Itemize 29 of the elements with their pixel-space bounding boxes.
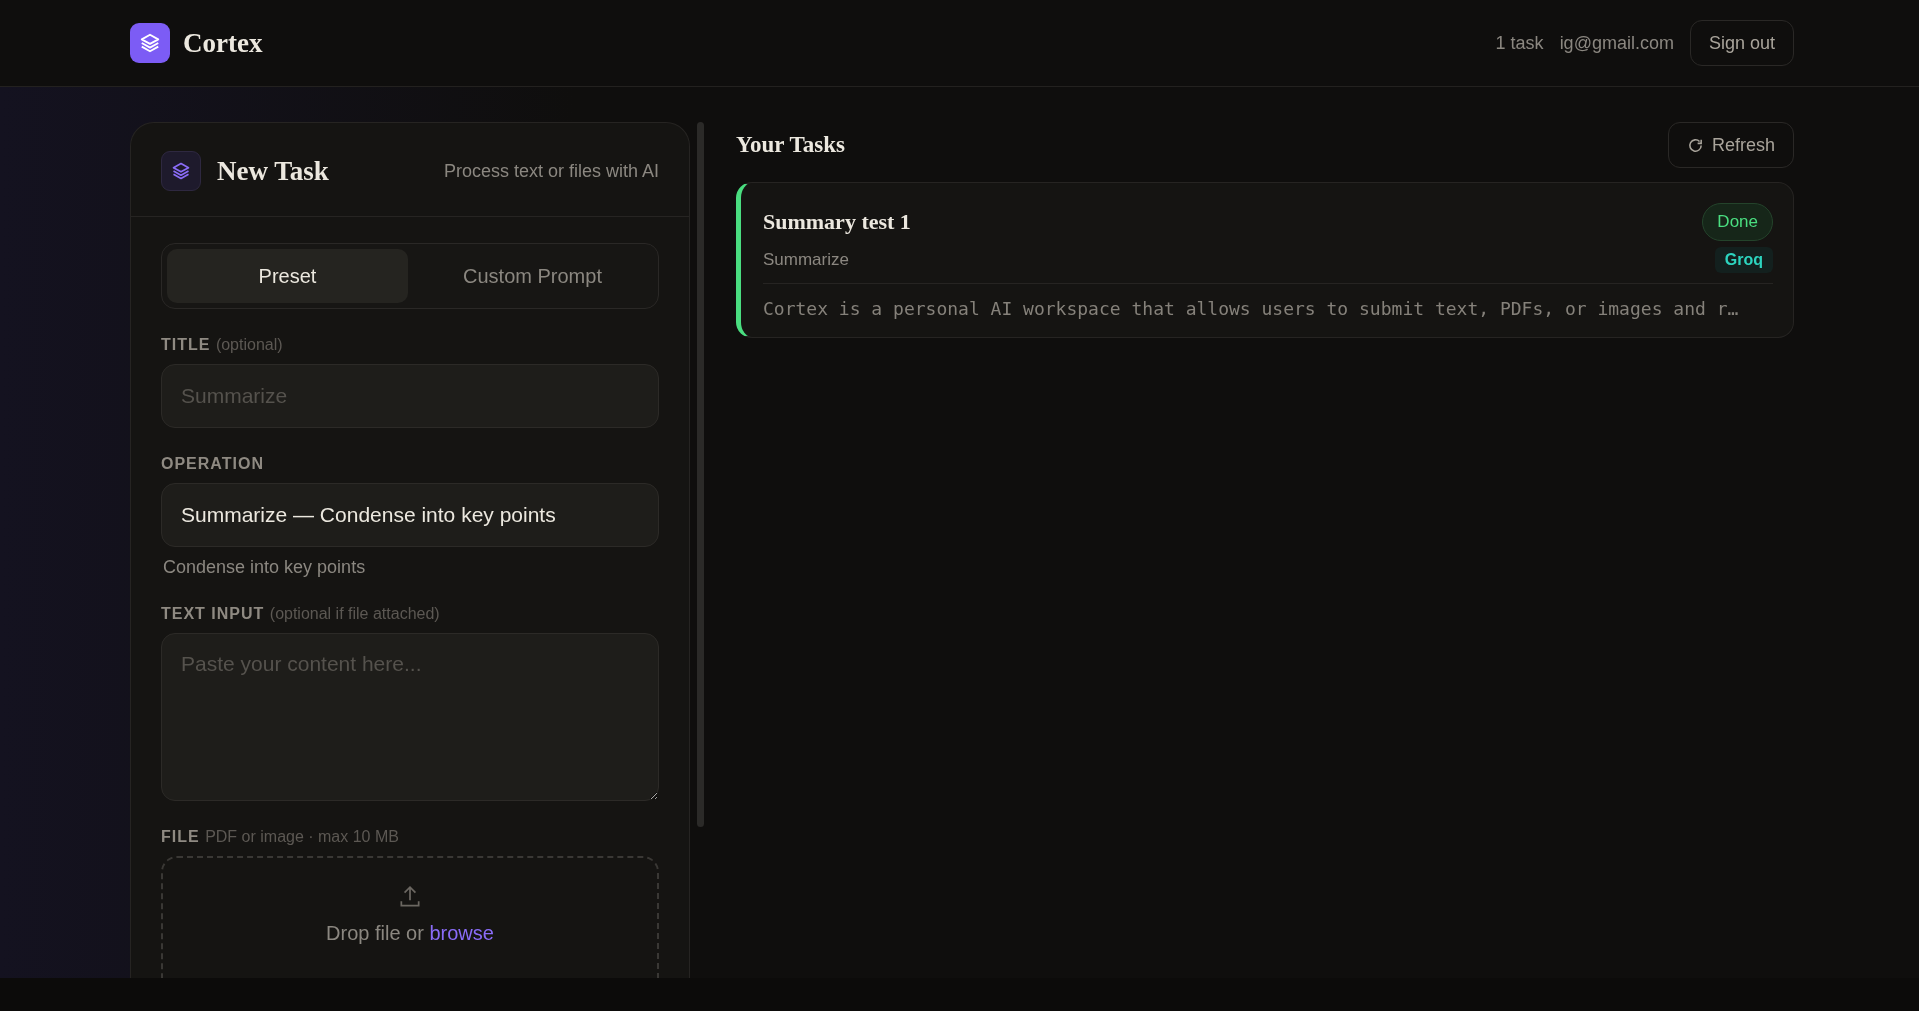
task-count: 1 task: [1495, 32, 1544, 54]
panel-title: New Task: [217, 155, 329, 187]
sign-out-button[interactable]: Sign out: [1689, 20, 1794, 66]
operation-select[interactable]: Summarize — Condense into key points: [161, 483, 659, 547]
mode-tab[interactable]: Preset: [167, 249, 408, 303]
browse-link[interactable]: browse: [429, 922, 494, 944]
operation-description: Condense into key points: [162, 557, 367, 578]
status-badge: Done: [1702, 203, 1773, 241]
mode-tab[interactable]: Custom Prompt: [412, 249, 653, 303]
upload-icon: [397, 884, 423, 910]
refresh-icon: [1686, 136, 1704, 154]
provider-tag: Groq: [1714, 247, 1773, 273]
task-title: Summary test 1: [763, 209, 911, 235]
task-operation: Summarize: [763, 250, 849, 270]
tasks-title: Your Tasks: [736, 132, 845, 158]
layers-icon: [171, 161, 191, 181]
brand-name: Cortex: [183, 27, 263, 59]
layers-icon: [139, 32, 161, 54]
scrollbar[interactable]: [697, 122, 704, 827]
refresh-button[interactable]: Refresh: [1667, 122, 1794, 168]
task-preview: Cortex is a personal AI workspace that allows users to submit text, PDFs, or images and r…: [763, 283, 1773, 319]
field-label: OPERATION: [161, 455, 265, 473]
panel-subtitle: Process text or files with AI: [443, 160, 659, 182]
drop-text: Drop file or browse: [326, 922, 494, 945]
user-email: ig@gmail.com: [1559, 32, 1674, 54]
field-label: FILE PDF or image · max 10 MB: [161, 828, 400, 846]
task-card[interactable]: Summary test 1 Done Summarize Groq Cortex is a personal AI workspace that allows users to submit text, PDFs, or images and r…: [736, 182, 1794, 338]
field-label: TEXT INPUT (optional if file attached): [161, 605, 441, 623]
field-label: TITLE (optional): [161, 336, 284, 354]
